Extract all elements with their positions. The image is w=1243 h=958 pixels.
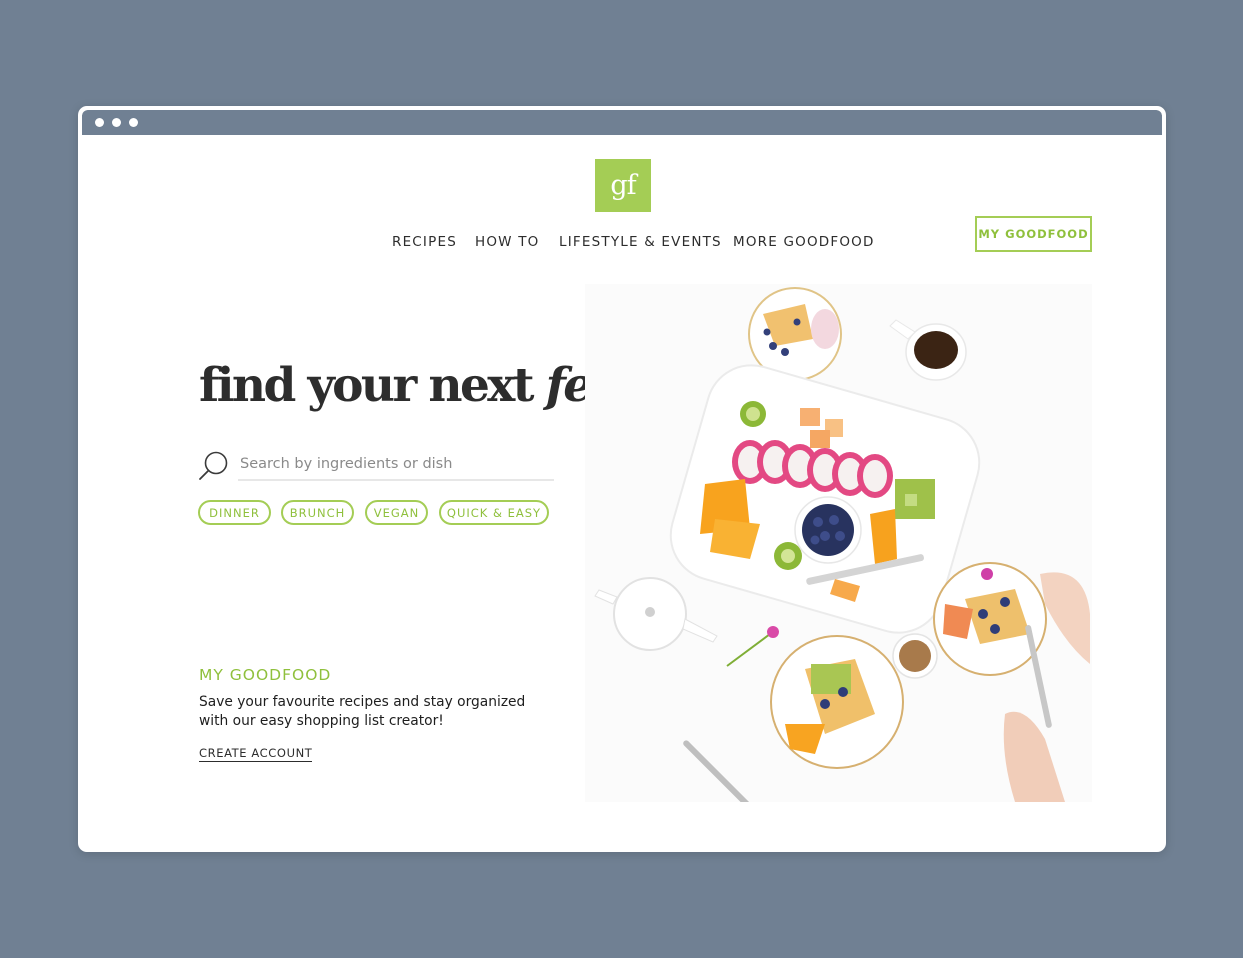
window-dot-icon[interactable] bbox=[129, 118, 138, 127]
site-logo[interactable]: gf bbox=[595, 159, 651, 212]
nav-item-how-to[interactable]: HOW TO bbox=[475, 234, 540, 250]
tag-chip-brunch[interactable]: BRUNCH bbox=[281, 500, 354, 525]
hero-food-photo bbox=[585, 284, 1092, 802]
nav-item-lifestyle-events[interactable]: LIFESTYLE & EVENTS bbox=[559, 234, 722, 250]
browser-window: gf RECIPES HOW TO LIFESTYLE & EVENTS MOR… bbox=[78, 106, 1166, 852]
window-dot-icon[interactable] bbox=[95, 118, 104, 127]
tag-chip-vegan[interactable]: VEGAN bbox=[365, 500, 428, 525]
search-input[interactable] bbox=[238, 449, 554, 481]
nav-item-recipes[interactable]: RECIPES bbox=[392, 234, 457, 250]
tag-chip-dinner[interactable]: DINNER bbox=[198, 500, 271, 525]
search-bar bbox=[197, 446, 557, 486]
tag-chip-quick-easy[interactable]: QUICK & EASY bbox=[439, 500, 549, 525]
window-dot-icon[interactable] bbox=[112, 118, 121, 127]
nav-item-more-goodfood[interactable]: MORE GOODFOOD bbox=[733, 234, 875, 250]
promo-title: MY GOODFOOD bbox=[199, 666, 332, 684]
promo-text: Save your favourite recipes and stay org… bbox=[199, 694, 526, 729]
hero-title-main: find your next bbox=[199, 358, 546, 413]
logo-text: gf bbox=[610, 170, 636, 201]
create-account-link[interactable]: CREATE ACCOUNT bbox=[199, 746, 313, 762]
browser-title-bar bbox=[82, 110, 1162, 135]
my-goodfood-button[interactable]: MY GOODFOOD bbox=[975, 216, 1092, 252]
search-icon[interactable] bbox=[197, 449, 231, 483]
